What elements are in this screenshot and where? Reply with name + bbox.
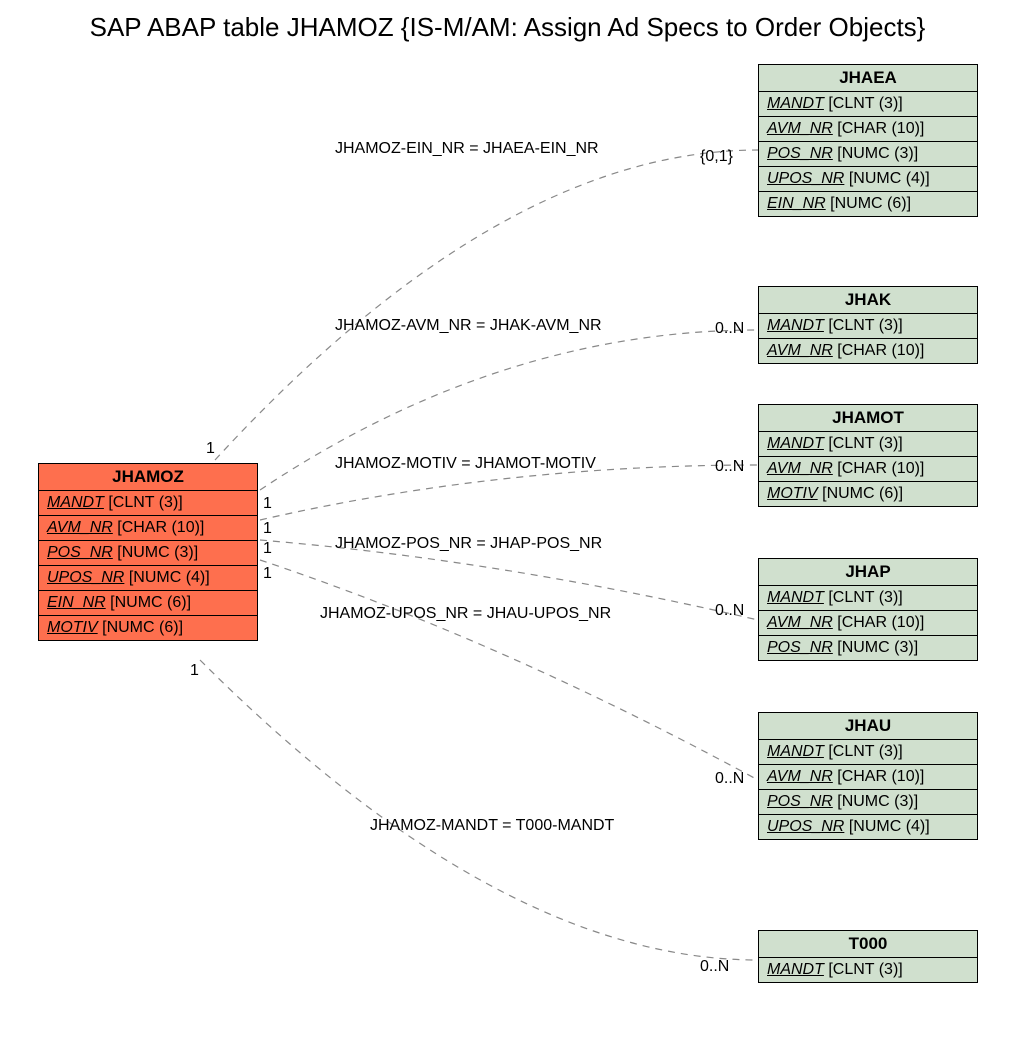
- field-row: AVM_NR [CHAR (10)]: [759, 457, 977, 482]
- field-row: POS_NR [NUMC (3)]: [759, 142, 977, 167]
- field-row: AVM_NR [CHAR (10)]: [759, 611, 977, 636]
- entity-t000-title: T000: [759, 931, 977, 958]
- field-row: AVM_NR [CHAR (10)]: [759, 765, 977, 790]
- card-left-r4: 1: [263, 540, 272, 558]
- field-row: AVM_NR [CHAR (10)]: [759, 339, 977, 363]
- field-row: POS_NR [NUMC (3)]: [759, 636, 977, 660]
- entity-jhaea: JHAEA MANDT [CLNT (3)] AVM_NR [CHAR (10)…: [758, 64, 978, 217]
- entity-jhap: JHAP MANDT [CLNT (3)] AVM_NR [CHAR (10)]…: [758, 558, 978, 661]
- field-row: MANDT [CLNT (3)]: [759, 958, 977, 982]
- card-right-r2: 0..N: [715, 320, 744, 338]
- field-row: EIN_NR [NUMC (6)]: [759, 192, 977, 216]
- card-right-jhau-extra: 0..N: [715, 770, 744, 788]
- card-left-r3: 1: [263, 520, 272, 538]
- entity-jhau: JHAU MANDT [CLNT (3)] AVM_NR [CHAR (10)]…: [758, 712, 978, 840]
- entity-jhamoz: JHAMOZ MANDT [CLNT (3)] AVM_NR [CHAR (10…: [38, 463, 258, 641]
- field-row: MANDT [CLNT (3)]: [759, 92, 977, 117]
- field-row: MOTIV [NUMC (6)]: [39, 616, 257, 640]
- card-right-r5: 0..N: [715, 602, 744, 620]
- field-row: UPOS_NR [NUMC (4)]: [39, 566, 257, 591]
- field-row: MANDT [CLNT (3)]: [39, 491, 257, 516]
- relation-label-t000: JHAMOZ-MANDT = T000-MANDT: [370, 817, 614, 835]
- field-row: MANDT [CLNT (3)]: [759, 314, 977, 339]
- field-row: POS_NR [NUMC (3)]: [39, 541, 257, 566]
- entity-jhamot-title: JHAMOT: [759, 405, 977, 432]
- field-row: MANDT [CLNT (3)]: [759, 586, 977, 611]
- relation-label-jhak: JHAMOZ-AVM_NR = JHAK-AVM_NR: [335, 317, 602, 335]
- entity-jhak: JHAK MANDT [CLNT (3)] AVM_NR [CHAR (10)]: [758, 286, 978, 364]
- card-right-r1: {0,1}: [700, 148, 733, 166]
- entity-jhak-title: JHAK: [759, 287, 977, 314]
- card-right-r3: 0..N: [715, 458, 744, 476]
- relation-label-jhaea: JHAMOZ-EIN_NR = JHAEA-EIN_NR: [335, 140, 599, 158]
- field-row: MANDT [CLNT (3)]: [759, 740, 977, 765]
- relation-label-jhau: JHAMOZ-UPOS_NR = JHAU-UPOS_NR: [320, 605, 611, 623]
- card-left-r2: 1: [263, 495, 272, 513]
- field-row: POS_NR [NUMC (3)]: [759, 790, 977, 815]
- card-left-r1: 1: [206, 440, 215, 458]
- field-row: MOTIV [NUMC (6)]: [759, 482, 977, 506]
- entity-jhamot: JHAMOT MANDT [CLNT (3)] AVM_NR [CHAR (10…: [758, 404, 978, 507]
- entity-jhaea-title: JHAEA: [759, 65, 977, 92]
- field-row: UPOS_NR [NUMC (4)]: [759, 815, 977, 839]
- entity-jhau-title: JHAU: [759, 713, 977, 740]
- relation-label-jhamot: JHAMOZ-MOTIV = JHAMOT-MOTIV: [335, 455, 596, 473]
- card-left-r5: 1: [263, 565, 272, 583]
- card-right-r6: 0..N: [700, 958, 729, 976]
- field-row: AVM_NR [CHAR (10)]: [759, 117, 977, 142]
- entity-jhamoz-title: JHAMOZ: [39, 464, 257, 491]
- entity-jhap-title: JHAP: [759, 559, 977, 586]
- field-row: AVM_NR [CHAR (10)]: [39, 516, 257, 541]
- field-row: EIN_NR [NUMC (6)]: [39, 591, 257, 616]
- diagram-title: SAP ABAP table JHAMOZ {IS-M/AM: Assign A…: [0, 12, 1015, 43]
- relation-label-jhap: JHAMOZ-POS_NR = JHAP-POS_NR: [335, 535, 602, 553]
- field-row: MANDT [CLNT (3)]: [759, 432, 977, 457]
- entity-t000: T000 MANDT [CLNT (3)]: [758, 930, 978, 983]
- field-row: UPOS_NR [NUMC (4)]: [759, 167, 977, 192]
- card-left-r6: 1: [190, 662, 199, 680]
